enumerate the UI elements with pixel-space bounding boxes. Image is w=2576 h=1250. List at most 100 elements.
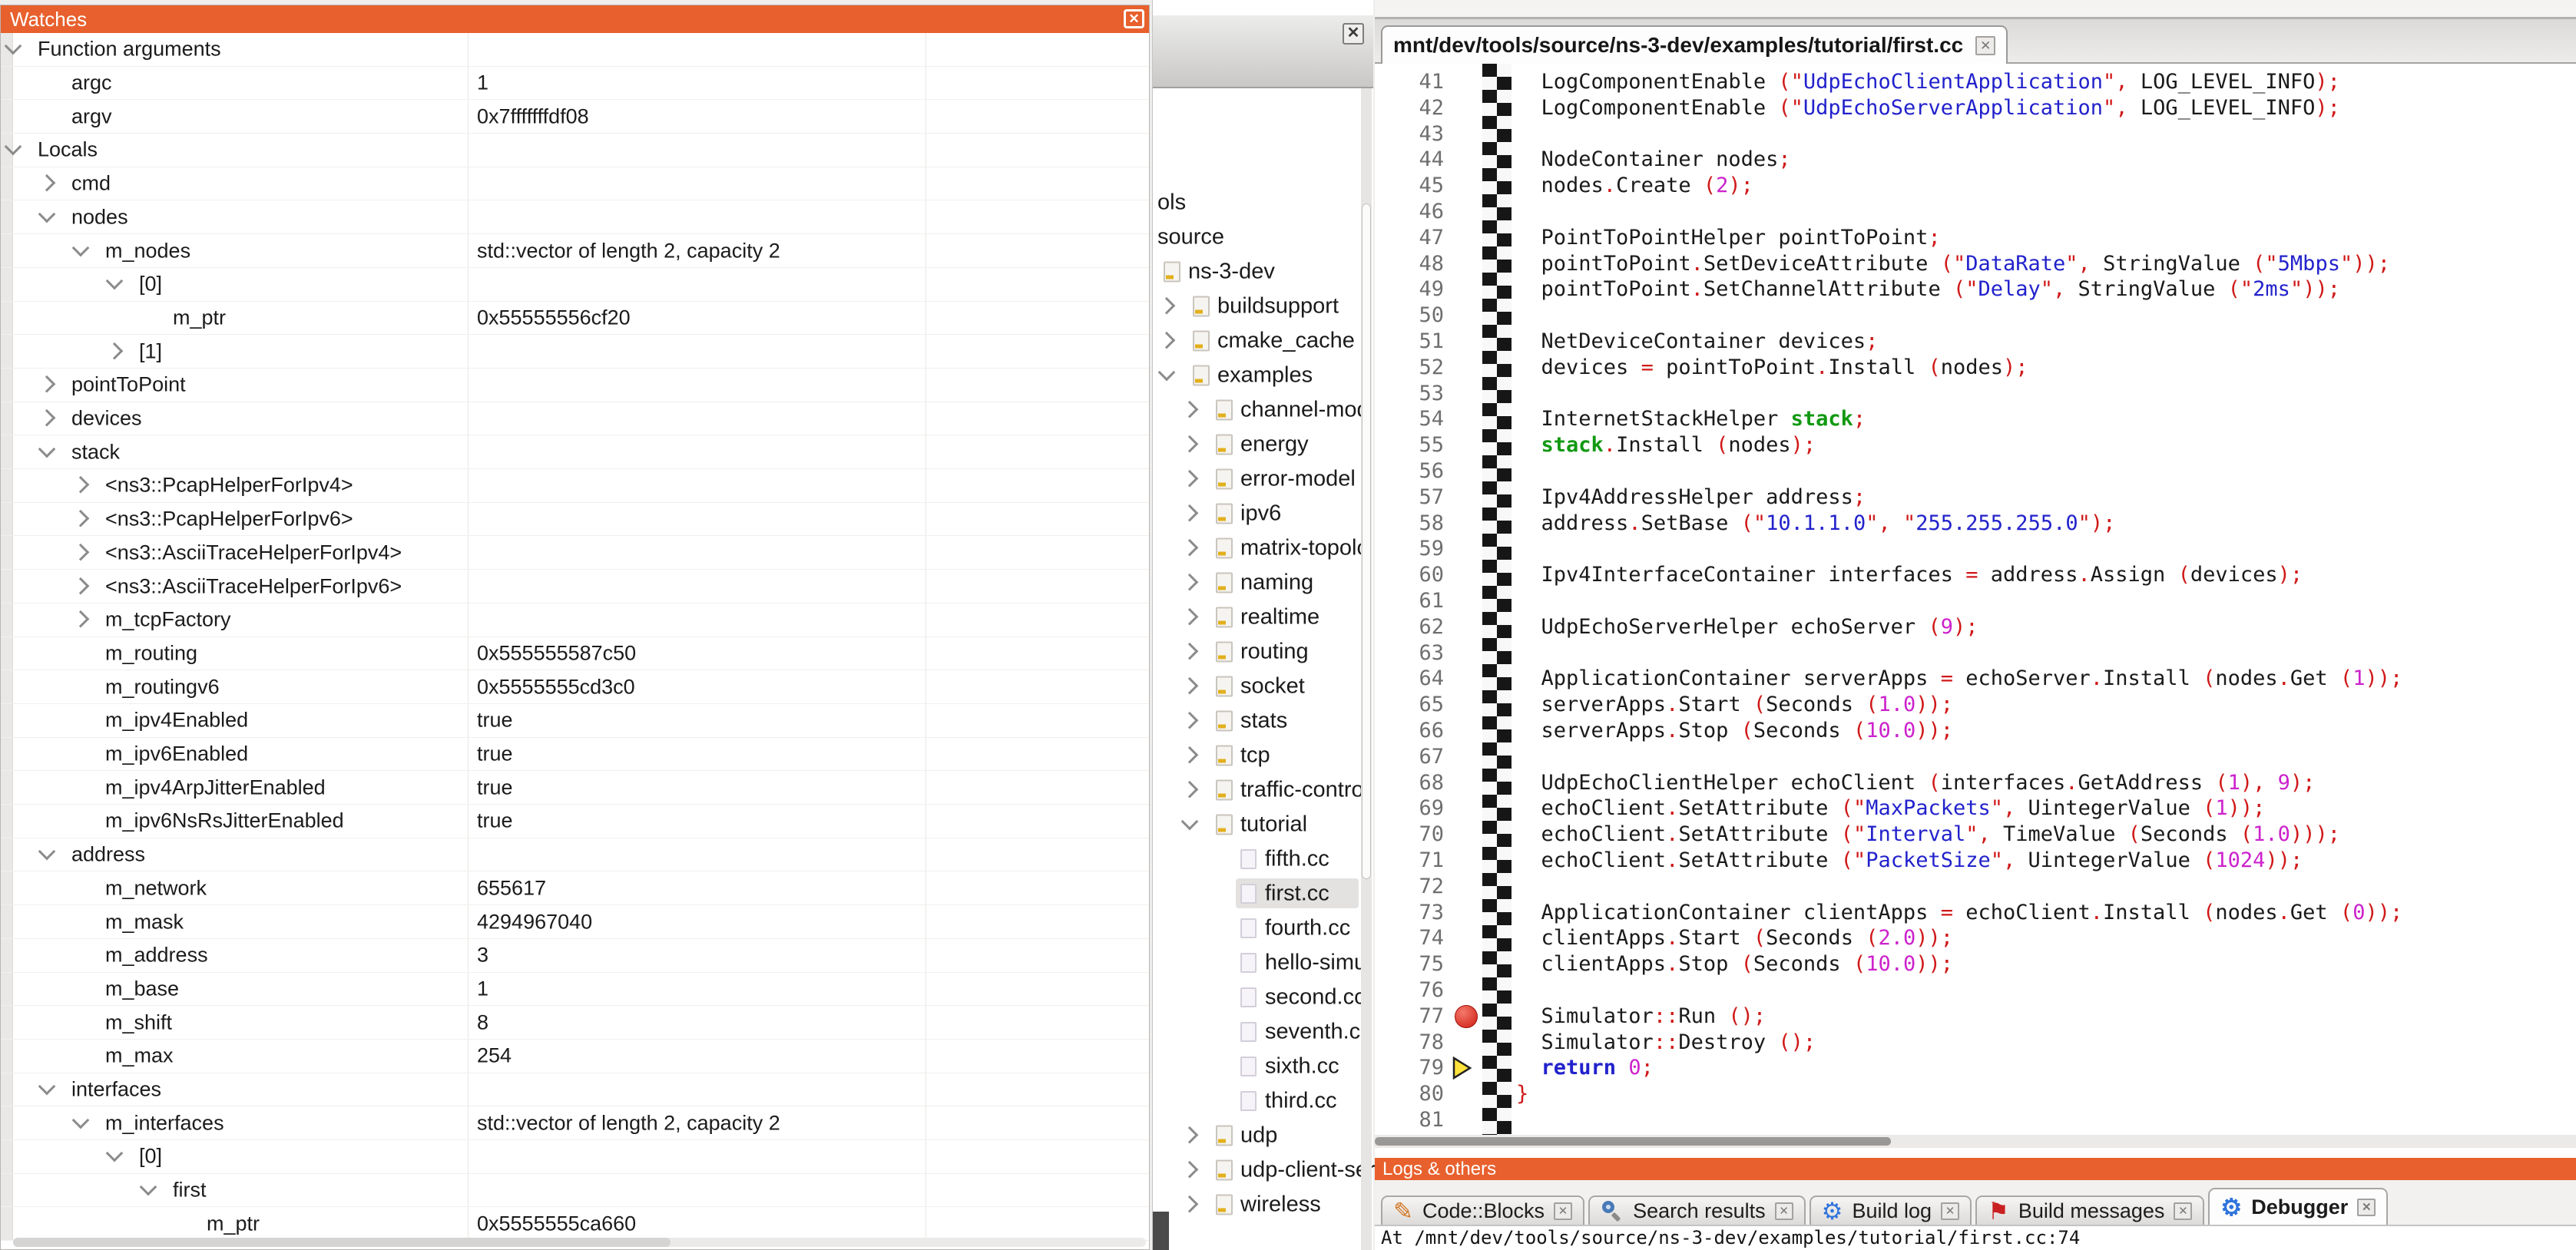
tree-item-source[interactable]: source bbox=[1153, 220, 1373, 254]
chevron-right-icon[interactable] bbox=[72, 510, 90, 527]
chevron-right-icon[interactable] bbox=[1181, 676, 1199, 694]
watch-row[interactable]: <ns3::PcapHelperForIpv4> bbox=[1, 469, 1149, 503]
editor-hscroll-thumb[interactable] bbox=[1375, 1137, 1891, 1146]
tree-vertical-scrollbar[interactable] bbox=[1361, 88, 1372, 1250]
chevron-right-icon[interactable] bbox=[1181, 746, 1199, 763]
code-line[interactable]: LogComponentEnable ("UdpEchoServerApplic… bbox=[1516, 95, 2340, 121]
chevron-right-icon[interactable] bbox=[1181, 780, 1199, 798]
tree-item-naming[interactable]: naming bbox=[1153, 565, 1373, 600]
tree-item-examples[interactable]: examples bbox=[1153, 358, 1373, 392]
code-line[interactable]: Ipv4AddressHelper address; bbox=[1516, 484, 1866, 511]
code-line[interactable]: return 0; bbox=[1516, 1055, 1654, 1081]
code-line[interactable]: Simulator::Run (); bbox=[1516, 1004, 1766, 1030]
chevron-right-icon[interactable] bbox=[1181, 435, 1199, 452]
watch-row[interactable]: m_tcpFactory bbox=[1, 604, 1149, 637]
tree-item-wireless[interactable]: wireless bbox=[1153, 1187, 1373, 1222]
watch-row[interactable]: m_address3 bbox=[1, 939, 1149, 973]
chevron-right-icon[interactable] bbox=[72, 544, 90, 561]
logs-tab-build-messages[interactable]: ⚑Build messages✕ bbox=[1975, 1195, 2204, 1225]
chevron-right-icon[interactable] bbox=[1181, 1160, 1199, 1178]
code-line[interactable]: InternetStackHelper stack; bbox=[1516, 406, 1866, 432]
tab-close-icon[interactable]: ✕ bbox=[2174, 1202, 2192, 1220]
chevron-down-icon[interactable] bbox=[72, 1111, 90, 1129]
watch-row[interactable]: m_routingv60x5555555cd3c0 bbox=[1, 670, 1149, 704]
code-line[interactable]: echoClient.SetAttribute ("Interval", Tim… bbox=[1516, 822, 2340, 848]
logs-tab-build-log[interactable]: ⚙Build log✕ bbox=[1809, 1195, 1972, 1225]
code-line[interactable]: serverApps.Start (Seconds (1.0)); bbox=[1516, 692, 1953, 718]
code-line[interactable]: Simulator::Destroy (); bbox=[1516, 1030, 1816, 1056]
chevron-right-icon[interactable] bbox=[38, 409, 56, 427]
chevron-down-icon[interactable] bbox=[38, 440, 56, 458]
watch-row[interactable]: m_ipv4ArpJitterEnabledtrue bbox=[1, 771, 1149, 805]
tree-item-stats[interactable]: stats bbox=[1153, 703, 1373, 738]
watches-close-icon[interactable]: ✕ bbox=[1124, 9, 1144, 28]
watch-row[interactable]: [0] bbox=[1, 1140, 1149, 1174]
chevron-down-icon[interactable] bbox=[72, 239, 90, 256]
chevron-right-icon[interactable] bbox=[1181, 1195, 1199, 1212]
chevron-right-icon[interactable] bbox=[1181, 573, 1199, 590]
chevron-right-icon[interactable] bbox=[1181, 1126, 1199, 1143]
tree-item-traffic-contro[interactable]: traffic-contro bbox=[1153, 772, 1373, 807]
watches-title-bar[interactable]: Watches ✕ bbox=[1, 5, 1149, 33]
logs-tab-code-blocks[interactable]: ✎Code::Blocks✕ bbox=[1381, 1195, 1584, 1225]
chevron-right-icon[interactable] bbox=[1181, 711, 1199, 729]
watch-row[interactable]: m_shift8 bbox=[1, 1006, 1149, 1040]
watch-row[interactable]: first bbox=[1, 1174, 1149, 1208]
watch-row[interactable]: argc1 bbox=[1, 67, 1149, 101]
watch-row[interactable]: [1] bbox=[1, 335, 1149, 369]
watch-row[interactable]: m_ipv6NsRsJitterEnabledtrue bbox=[1, 805, 1149, 838]
editor-tab-close-icon[interactable]: ✕ bbox=[1975, 36, 1995, 55]
breakpoint-icon[interactable] bbox=[1455, 1005, 1478, 1028]
chevron-right-icon[interactable] bbox=[72, 610, 90, 628]
chevron-right-icon[interactable] bbox=[1181, 607, 1199, 625]
chevron-down-icon[interactable] bbox=[38, 843, 56, 861]
chevron-down-icon[interactable] bbox=[1181, 812, 1199, 830]
watch-row[interactable]: Locals bbox=[1, 134, 1149, 167]
tree-item-fourth-cc[interactable]: fourth.cc bbox=[1153, 911, 1373, 945]
tree-item-second-cc[interactable]: second.cc bbox=[1153, 980, 1373, 1014]
tree-item-udp[interactable]: udp bbox=[1153, 1118, 1373, 1152]
chevron-right-icon[interactable] bbox=[72, 577, 90, 594]
code-line[interactable]: Ipv4InterfaceContainer interfaces = addr… bbox=[1516, 562, 2303, 588]
code-line[interactable]: } bbox=[1516, 1081, 1528, 1107]
code-line[interactable]: echoClient.SetAttribute ("PacketSize", U… bbox=[1516, 848, 2303, 874]
tree-item-first-cc[interactable]: first.cc bbox=[1153, 876, 1373, 911]
tab-close-icon[interactable]: ✕ bbox=[1554, 1202, 1572, 1220]
tree-item-routing[interactable]: routing bbox=[1153, 634, 1373, 669]
watch-row[interactable]: m_mask4294967040 bbox=[1, 905, 1149, 939]
code-area[interactable]: 41 LogComponentEnable ("UdpEchoClientApp… bbox=[1375, 64, 2576, 1135]
code-line[interactable]: echoClient.SetAttribute ("MaxPackets", U… bbox=[1516, 795, 2265, 822]
chevron-right-icon[interactable] bbox=[38, 174, 56, 192]
tree-item-socket[interactable]: socket bbox=[1153, 669, 1373, 703]
code-line[interactable]: clientApps.Stop (Seconds (10.0)); bbox=[1516, 951, 1953, 977]
code-line[interactable]: PointToPointHelper pointToPoint; bbox=[1516, 225, 1941, 251]
chevron-down-icon[interactable] bbox=[106, 273, 124, 290]
logs-title-bar[interactable]: Logs & others bbox=[1375, 1158, 2576, 1180]
watch-row[interactable]: address bbox=[1, 838, 1149, 872]
tree-item-tutorial[interactable]: tutorial bbox=[1153, 807, 1373, 842]
watch-row[interactable]: interfaces bbox=[1, 1073, 1149, 1107]
watch-row[interactable]: <ns3::AsciiTraceHelperForIpv6> bbox=[1, 570, 1149, 604]
chevron-down-icon[interactable] bbox=[106, 1145, 124, 1162]
tab-close-icon[interactable]: ✕ bbox=[2357, 1199, 2376, 1216]
watch-row[interactable]: m_interfacesstd::vector of length 2, cap… bbox=[1, 1106, 1149, 1140]
watch-row[interactable]: m_routing0x555555587c50 bbox=[1, 637, 1149, 671]
chevron-right-icon[interactable] bbox=[1181, 538, 1199, 556]
tree-item-third-cc[interactable]: third.cc bbox=[1153, 1083, 1373, 1118]
tree-item-buildsupport[interactable]: buildsupport bbox=[1153, 289, 1373, 323]
code-line[interactable]: pointToPoint.SetChannelAttribute ("Delay… bbox=[1516, 276, 2340, 303]
code-line[interactable]: UdpEchoClientHelper echoClient (interfac… bbox=[1516, 770, 2315, 796]
chevron-down-icon[interactable] bbox=[38, 206, 56, 223]
code-line[interactable]: stack.Install (nodes); bbox=[1516, 432, 1816, 458]
code-line[interactable]: serverApps.Stop (Seconds (10.0)); bbox=[1516, 718, 1953, 744]
watch-row[interactable]: argv0x7fffffffdf08 bbox=[1, 100, 1149, 134]
tree-item-udp-client-ser[interactable]: udp-client-ser bbox=[1153, 1152, 1373, 1187]
tree-item-hello-simul[interactable]: hello-simul bbox=[1153, 945, 1373, 980]
tree-item-ipv6[interactable]: ipv6 bbox=[1153, 496, 1373, 531]
watches-horizontal-scrollbar[interactable] bbox=[13, 1238, 1146, 1247]
tree-item-cmake-cache[interactable]: cmake_cache bbox=[1153, 323, 1373, 358]
watch-row[interactable]: m_ptr0x55555556cf20 bbox=[1, 302, 1149, 336]
watch-row[interactable]: devices bbox=[1, 402, 1149, 436]
code-line[interactable]: ApplicationContainer clientApps = echoCl… bbox=[1516, 900, 2402, 926]
code-line[interactable]: devices = pointToPoint.Install (nodes); bbox=[1516, 355, 2028, 381]
